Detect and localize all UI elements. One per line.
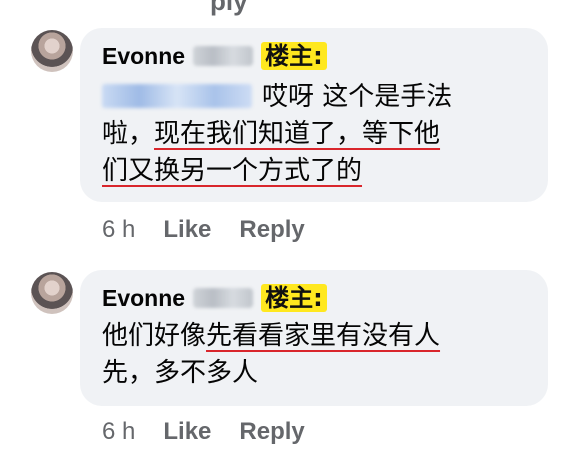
reply-button[interactable]: Reply	[239, 418, 304, 446]
comment-text: 他们好像先看看家里有没有人 先，多不多人	[102, 318, 440, 392]
avatar[interactable]	[31, 272, 73, 314]
like-button[interactable]: Like	[163, 216, 211, 244]
comment-author: Evonne 楼主:	[102, 284, 327, 312]
op-badge: 楼主:	[261, 284, 327, 312]
comment-actions: 6 h Like Reply	[102, 418, 305, 446]
comment-line-2: 啦，现在我们知道了，等下他	[102, 119, 441, 149]
highlighted-text: 现在我们知道了，等下他	[154, 119, 441, 149]
comment-timestamp[interactable]: 6 h	[102, 418, 135, 446]
author-name[interactable]: Evonne	[102, 43, 185, 70]
comment-line-1: 哎呀 这个是手法	[102, 79, 452, 116]
highlighted-text: 先看看家里有没有人	[206, 321, 441, 351]
reply-button[interactable]: Reply	[239, 216, 304, 244]
comment-line-3: 们又换另一个方式了的	[102, 153, 452, 190]
comment-line-1: 他们好像先看看家里有没有人	[102, 321, 441, 351]
redacted-mention[interactable]	[102, 84, 252, 108]
author-name[interactable]: Evonne	[102, 285, 185, 312]
like-button[interactable]: Like	[163, 418, 211, 446]
avatar[interactable]	[31, 30, 73, 72]
previous-reply-link-peek[interactable]: ply	[210, 0, 248, 17]
op-badge: 楼主:	[261, 42, 327, 70]
comment-line-2: 先，多不多人	[102, 358, 259, 388]
highlighted-text: 们又换另一个方式了的	[102, 156, 363, 186]
comment-author: Evonne 楼主:	[102, 42, 327, 70]
redacted-surname	[193, 288, 254, 308]
comment-timestamp[interactable]: 6 h	[102, 216, 135, 244]
redacted-surname	[193, 46, 254, 66]
comment-text: 哎呀 这个是手法 啦，现在我们知道了，等下他 们又换另一个方式了的	[102, 79, 452, 190]
comment-actions: 6 h Like Reply	[102, 216, 305, 244]
